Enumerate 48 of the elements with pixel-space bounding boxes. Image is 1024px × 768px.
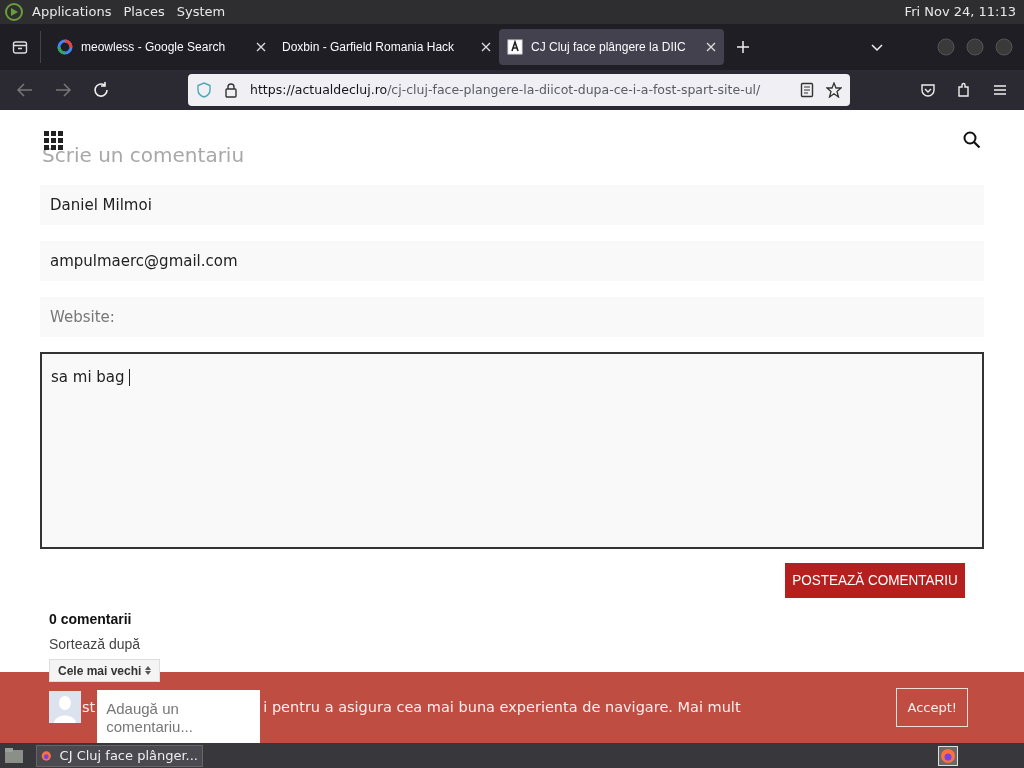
post-comment-button[interactable]: POSTEAZĂ COMENTARIU bbox=[785, 563, 965, 598]
taskbar-window-button[interactable]: CJ Cluj face plânger... bbox=[36, 744, 203, 767]
logo-icon bbox=[4, 2, 24, 22]
clock: Fri Nov 24, 11:13 bbox=[904, 3, 1017, 22]
tab-title: Doxbin - Garfield Romania Hack bbox=[282, 39, 456, 56]
input-field[interactable]: ampulmaerc@gmail.com bbox=[40, 241, 984, 281]
message-field[interactable]: sa mi bag bbox=[40, 352, 984, 549]
close-icon[interactable] bbox=[481, 42, 491, 52]
url-text: https://actualdecluj.ro/cj-cluj-face-plangere-la-diicot-dupa-ce-i-a-fost-spart-site-ul/ bbox=[250, 80, 762, 99]
close-icon[interactable] bbox=[706, 42, 716, 52]
browser-tab[interactable]: meowless - Google Search bbox=[49, 29, 274, 65]
accept-button[interactable]: Accept! bbox=[896, 688, 968, 727]
google-icon bbox=[57, 39, 73, 55]
address-bar[interactable]: https://actualdecluj.ro/cj-cluj-face-plangere-la-diicot-dupa-ce-i-a-fost-spart-site-ul/ bbox=[188, 74, 850, 106]
firefox-icon[interactable] bbox=[938, 745, 958, 766]
panel-menu[interactable]: Places bbox=[123, 2, 165, 22]
close-icon[interactable] bbox=[256, 42, 266, 52]
site-icon bbox=[507, 39, 523, 55]
cookie-text: st bbox=[82, 697, 96, 717]
input-field[interactable]: Website: bbox=[40, 297, 984, 337]
tab-title: meowless - Google Search bbox=[81, 39, 227, 56]
comment-count: 0 comentarii bbox=[49, 610, 132, 629]
avatar-icon bbox=[49, 690, 81, 723]
menu-icon[interactable] bbox=[992, 82, 1008, 98]
cookie-text: i pentru a asigura cea mai buna experienta de navigare. Mai mult bbox=[263, 697, 741, 717]
tab-list-icon[interactable] bbox=[12, 39, 28, 55]
lock-icon bbox=[224, 82, 238, 98]
sort-select[interactable]: Cele mai vechi bbox=[49, 659, 161, 682]
forward-icon[interactable] bbox=[54, 81, 72, 99]
panel-menu[interactable]: System bbox=[176, 2, 226, 22]
sort-label: Sortează după bbox=[49, 635, 141, 654]
search-icon[interactable] bbox=[963, 131, 981, 149]
extensions-icon[interactable] bbox=[956, 82, 972, 98]
tab-title: CJ Cluj face plângere la DIIC bbox=[531, 39, 687, 56]
star-icon[interactable] bbox=[826, 82, 842, 98]
file-manager-icon[interactable] bbox=[4, 746, 24, 765]
reader-view-icon[interactable] bbox=[800, 82, 814, 98]
sort-arrows-icon bbox=[145, 666, 152, 675]
reload-icon[interactable] bbox=[92, 81, 110, 99]
input-field[interactable]: Daniel Milmoi bbox=[40, 185, 984, 225]
panel-menu[interactable]: Applications bbox=[32, 2, 112, 22]
new-tab-icon[interactable] bbox=[736, 40, 750, 54]
pocket-icon[interactable] bbox=[920, 82, 936, 98]
back-icon[interactable] bbox=[16, 81, 34, 99]
comment-input[interactable]: Adaugă un comentariu... bbox=[97, 690, 261, 743]
browser-tab[interactable]: Doxbin - Garfield Romania Hack bbox=[274, 29, 499, 65]
shield-icon bbox=[196, 82, 212, 98]
browser-tab[interactable]: CJ Cluj face plângere la DIIC bbox=[499, 29, 724, 65]
